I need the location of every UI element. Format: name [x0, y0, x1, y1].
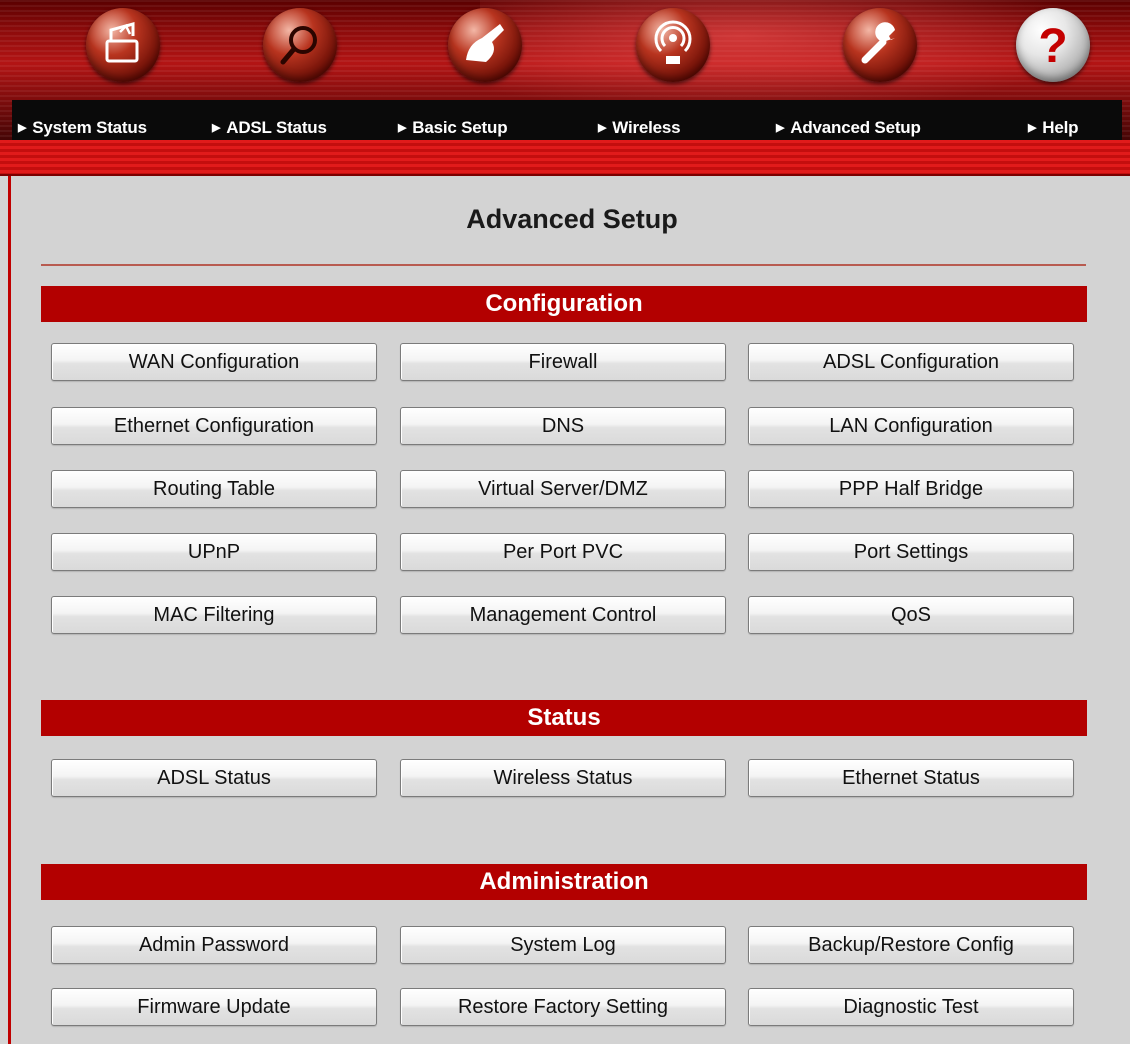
nav-label-advanced-setup[interactable]: ▶ Advanced Setup	[776, 118, 921, 138]
top-navigation: ? ▶ System Status ▶ ADSL Status ▶ Basic Set…	[0, 0, 1130, 158]
upnp-button[interactable]: UPnP	[51, 533, 377, 571]
wireless-status-button[interactable]: Wireless Status	[400, 759, 726, 797]
ppp-half-bridge-button[interactable]: PPP Half Bridge	[748, 470, 1074, 508]
section-header-administration: Administration	[41, 864, 1087, 900]
routing-table-button[interactable]: Routing Table	[51, 470, 377, 508]
router-admin-page: ? ▶ System Status ▶ ADSL Status ▶ Basic Set…	[0, 0, 1130, 1044]
system-log-button[interactable]: System Log	[400, 926, 726, 964]
firewall-button[interactable]: Firewall	[400, 343, 726, 381]
ethernet-status-button[interactable]: Ethernet Status	[748, 759, 1074, 797]
magnifier-icon	[263, 8, 337, 82]
virtual-server-dmz-button[interactable]: Virtual Server/DMZ	[400, 470, 726, 508]
dns-button[interactable]: DNS	[400, 407, 726, 445]
ethernet-configuration-button[interactable]: Ethernet Configuration	[51, 407, 377, 445]
wrench-icon	[843, 8, 917, 82]
admin-password-button[interactable]: Admin Password	[51, 926, 377, 964]
firmware-update-button[interactable]: Firmware Update	[51, 988, 377, 1026]
nav-label-wireless[interactable]: ▶ Wireless	[598, 118, 681, 138]
hand-pointer-icon	[448, 8, 522, 82]
folder-upload-icon	[86, 8, 160, 82]
wireless-antenna-icon	[636, 8, 710, 82]
arrow-right-icon: ▶	[776, 122, 785, 134]
arrow-right-icon: ▶	[1028, 122, 1037, 134]
nav-label-adsl-status[interactable]: ▶ ADSL Status	[212, 118, 327, 138]
arrow-right-icon: ▶	[598, 122, 607, 134]
nav-label-basic-setup[interactable]: ▶ Basic Setup	[398, 118, 508, 138]
qos-button[interactable]: QoS	[748, 596, 1074, 634]
section-header-configuration: Configuration	[41, 286, 1087, 322]
nav-red-strip	[0, 140, 1130, 176]
port-settings-button[interactable]: Port Settings	[748, 533, 1074, 571]
arrow-right-icon: ▶	[398, 122, 407, 134]
page-title: Advanced Setup	[466, 204, 678, 234]
section-header-status: Status	[41, 700, 1087, 736]
nav-label-system-status[interactable]: ▶ System Status	[18, 118, 147, 138]
mac-filtering-button[interactable]: MAC Filtering	[51, 596, 377, 634]
adsl-configuration-button[interactable]: ADSL Configuration	[748, 343, 1074, 381]
arrow-right-icon: ▶	[212, 122, 221, 134]
restore-factory-setting-button[interactable]: Restore Factory Setting	[400, 988, 726, 1026]
title-divider	[41, 264, 1086, 266]
nav-label-help[interactable]: ▶ Help	[1028, 118, 1079, 138]
svg-text:?: ?	[1038, 20, 1067, 73]
question-mark-icon: ?	[1016, 8, 1090, 82]
diagnostic-test-button[interactable]: Diagnostic Test	[748, 988, 1074, 1026]
per-port-pvc-button[interactable]: Per Port PVC	[400, 533, 726, 571]
wan-configuration-button[interactable]: WAN Configuration	[51, 343, 377, 381]
backup-restore-config-button[interactable]: Backup/Restore Config	[748, 926, 1074, 964]
adsl-status-button[interactable]: ADSL Status	[51, 759, 377, 797]
management-control-button[interactable]: Management Control	[400, 596, 726, 634]
arrow-right-icon: ▶	[18, 122, 27, 134]
main-panel: Advanced Setup Configuration WAN Configu…	[8, 176, 1130, 1044]
lan-configuration-button[interactable]: LAN Configuration	[748, 407, 1074, 445]
